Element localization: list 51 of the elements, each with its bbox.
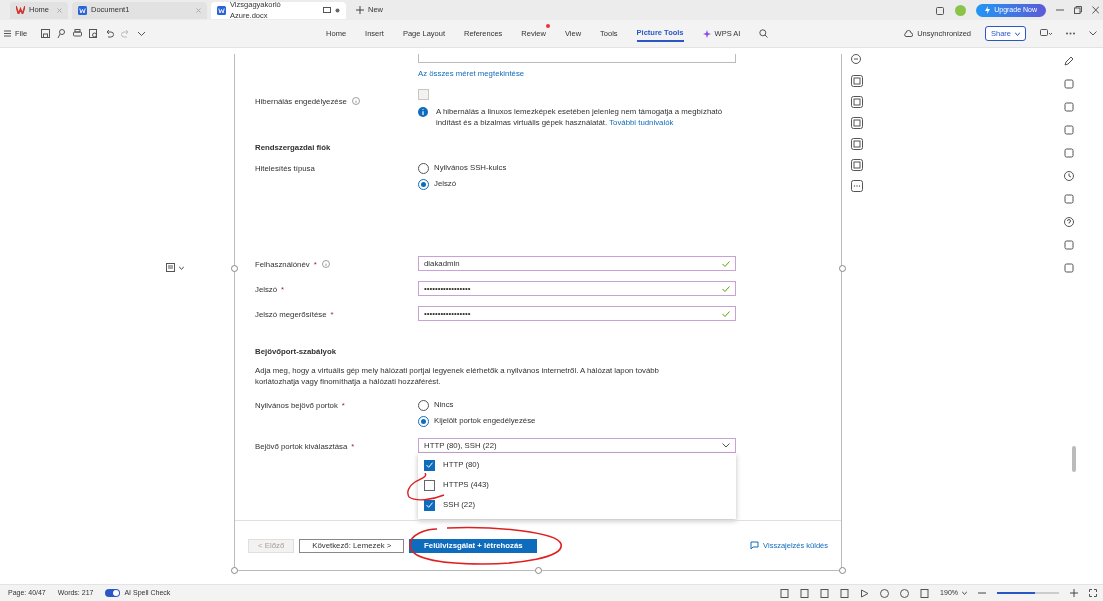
pen-icon[interactable]: [1064, 56, 1074, 66]
document-icon: [78, 5, 87, 15]
monitor-icon: [323, 6, 331, 14]
more-icon[interactable]: [851, 180, 863, 192]
info-icon: [351, 96, 360, 105]
document-icon: [217, 5, 226, 15]
caret-icon: [962, 591, 967, 595]
plus-icon[interactable]: [1070, 589, 1078, 597]
chevron-icon[interactable]: [137, 29, 147, 38]
fullscreen-icon[interactable]: [1089, 589, 1097, 597]
info-icon: [418, 107, 428, 118]
size-field[interactable]: [418, 54, 736, 63]
page-icon[interactable]: [780, 588, 790, 598]
lightning-icon: [985, 6, 991, 14]
chevron-icon[interactable]: [1089, 31, 1097, 36]
save-icon[interactable]: [41, 29, 51, 38]
restore-icon[interactable]: [1074, 6, 1082, 14]
option-checkbox[interactable]: [424, 479, 435, 491]
close-icon[interactable]: [1092, 6, 1099, 14]
search-icon[interactable]: [759, 29, 769, 38]
hibernation-checkbox[interactable]: [418, 88, 429, 100]
cloud-icon: [904, 30, 914, 37]
help-icon[interactable]: [1064, 217, 1074, 227]
more-icon[interactable]: [1066, 32, 1075, 35]
resize-handle[interactable]: [839, 265, 846, 272]
print-preview-icon[interactable]: [89, 29, 99, 38]
resize-handle[interactable]: [535, 567, 542, 574]
check-icon: [426, 462, 433, 469]
sparkle-icon: [702, 29, 711, 38]
option-checkbox[interactable]: [424, 499, 435, 511]
toggle-switch[interactable]: [105, 589, 121, 597]
undo-icon[interactable]: [105, 29, 115, 38]
logo-icon: [16, 6, 25, 14]
play-icon[interactable]: [860, 588, 870, 598]
history-icon[interactable]: [1064, 171, 1074, 181]
menu-icon: [4, 30, 11, 37]
plus-icon: [356, 6, 364, 14]
feedback-icon: [750, 541, 760, 550]
scrollbar-thumb[interactable]: [1072, 446, 1076, 472]
check-icon: [426, 502, 433, 509]
resize-handle[interactable]: [839, 567, 846, 574]
dot-icon[interactable]: [335, 7, 340, 13]
chevron-icon: [722, 443, 730, 449]
option-checkbox[interactable]: [424, 459, 435, 471]
caret-icon[interactable]: [179, 265, 184, 270]
caret-icon: [1015, 31, 1020, 36]
print-icon[interactable]: [73, 29, 83, 38]
resize-handle[interactable]: [231, 265, 238, 272]
window-icon[interactable]: [936, 5, 946, 15]
zoom-out-icon[interactable]: [851, 54, 863, 66]
resize-handle[interactable]: [231, 567, 238, 574]
